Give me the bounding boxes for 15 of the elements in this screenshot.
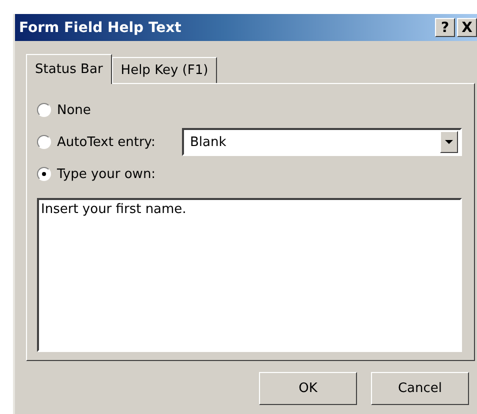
- radio-button[interactable]: [37, 167, 51, 181]
- option-label[interactable]: None: [57, 102, 182, 118]
- ok-button[interactable]: OK: [259, 372, 357, 405]
- help-text-field[interactable]: Insert your first name.: [37, 198, 462, 352]
- autotext-dropdown[interactable]: Blank: [182, 128, 462, 156]
- radio-button[interactable]: [37, 103, 51, 117]
- tab[interactable]: Help Key (F1): [112, 57, 218, 83]
- help-button[interactable]: ?: [435, 18, 455, 37]
- window-title: Form Field Help Text: [19, 20, 182, 36]
- close-button[interactable]: X: [457, 18, 477, 37]
- radio-button[interactable]: [37, 135, 51, 149]
- cancel-button[interactable]: Cancel: [371, 372, 469, 405]
- tab[interactable]: Status Bar: [26, 54, 112, 84]
- option-label[interactable]: AutoText entry:: [57, 134, 182, 150]
- option-label[interactable]: Type your own:: [57, 166, 182, 182]
